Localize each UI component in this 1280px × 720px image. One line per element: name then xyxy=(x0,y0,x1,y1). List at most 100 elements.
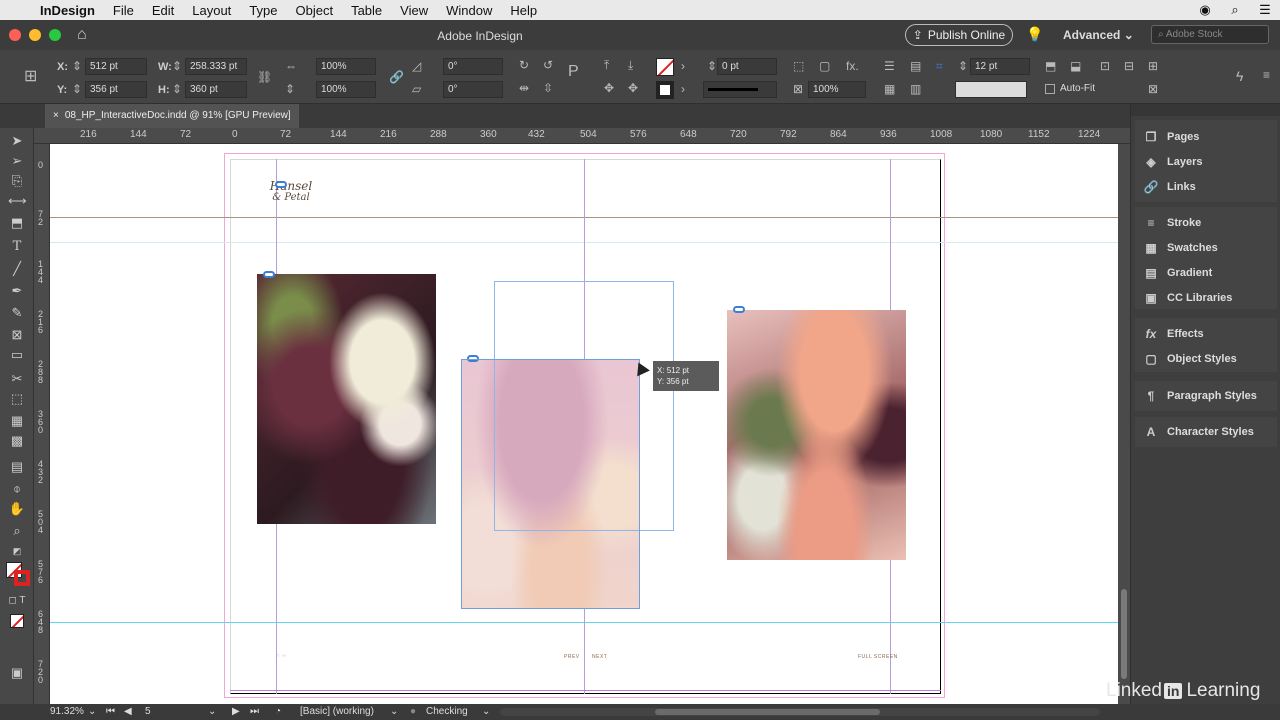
page-number-field[interactable]: 5 xyxy=(145,706,151,717)
link-badge-icon[interactable] xyxy=(733,306,745,313)
link-badge-icon[interactable] xyxy=(275,181,287,188)
select-container-icon[interactable]: ⤒ xyxy=(604,58,609,73)
zoom-chevron-icon[interactable]: ⌄ xyxy=(88,706,96,717)
gradient-tool-icon[interactable]: ▦ xyxy=(8,412,26,430)
fill-chevron-icon[interactable]: › xyxy=(681,59,685,73)
zoom-level[interactable]: 91.32% xyxy=(50,706,84,717)
fill-frame-icon[interactable]: ⊟ xyxy=(1124,59,1134,73)
layers-panel-button[interactable]: ◈ Layers xyxy=(1143,152,1202,172)
autofit-checkbox[interactable] xyxy=(1045,84,1055,94)
open-page-icon[interactable]: ◔ xyxy=(275,706,281,717)
width-field[interactable]: 258.333 pt xyxy=(185,58,247,75)
text-wrap-bbox-icon[interactable]: ▤ xyxy=(910,59,921,73)
flip-vertical-icon[interactable]: ⇳ xyxy=(543,81,553,95)
menu-object[interactable]: Object xyxy=(287,3,343,18)
fit-frame-content-icon[interactable]: ⬓ xyxy=(1070,59,1081,73)
w-stepper-icon[interactable]: ⇕ xyxy=(172,59,182,73)
menu-help[interactable]: Help xyxy=(501,3,546,18)
apply-none-icon[interactable] xyxy=(10,614,24,628)
rectangle-tool-icon[interactable]: ▭ xyxy=(8,346,26,364)
hand-tool-icon[interactable]: ✋ xyxy=(8,500,26,518)
spotlight-search-icon[interactable]: ⌕ xyxy=(1220,2,1250,18)
content-aware-fit-icon[interactable]: ⊞ xyxy=(1148,59,1158,73)
fit-content-frame-icon[interactable]: ⬒ xyxy=(1045,59,1056,73)
text-wrap-jump-icon[interactable]: ▥ xyxy=(910,82,921,96)
gap-tool-icon[interactable]: ⟷ xyxy=(8,192,27,210)
shear-field[interactable]: 0° xyxy=(443,81,503,98)
menu-table[interactable]: Table xyxy=(342,3,391,18)
fill-swatch[interactable] xyxy=(656,58,674,76)
flip-horizontal-icon[interactable]: ⇹ xyxy=(519,81,529,95)
last-page-icon[interactable]: ⏭ xyxy=(250,706,259,717)
swatches-panel-button[interactable]: ▦ Swatches xyxy=(1143,238,1217,258)
auto-size-icon[interactable]: ⌗ xyxy=(936,59,943,74)
panel-dock-header[interactable] xyxy=(1131,104,1280,116)
scale-x-field[interactable]: 100% xyxy=(316,58,376,75)
effects-panel-button[interactable]: fx Effects xyxy=(1143,324,1204,344)
menu-layout[interactable]: Layout xyxy=(183,3,240,18)
formatting-container-icon[interactable]: ◻ T xyxy=(8,592,26,610)
vertical-ruler[interactable]: 0 7 2 1 4 4 2 1 6 2 8 8 3 6 0 4 3 2 5 0 … xyxy=(34,144,50,704)
constrain-proportions-icon[interactable]: ⛓ xyxy=(257,70,272,84)
stroke-weight-field[interactable]: 0 pt xyxy=(717,58,777,75)
notification-center-icon[interactable]: ☰ xyxy=(1250,2,1280,18)
object-styles-panel-button[interactable]: ▢ Object Styles xyxy=(1143,349,1236,369)
stroke-panel-button[interactable]: ≡ Stroke xyxy=(1143,213,1201,233)
horizontal-scrollbar-thumb[interactable] xyxy=(655,709,880,715)
scrollbar-thumb[interactable] xyxy=(1121,589,1127,679)
stroke-proxy[interactable] xyxy=(14,570,30,586)
pasteboard[interactable]: Hansel & Petal X: 512 pt Y: 356 pt ≈ ∞ P… xyxy=(50,144,1118,704)
text-wrap-none-icon[interactable]: ☰ xyxy=(884,59,895,73)
y-position-field[interactable]: 356 pt xyxy=(85,81,147,98)
publish-online-button[interactable]: ⇪ Publish Online xyxy=(905,24,1013,46)
workspace-switcher[interactable]: Advanced ⌄ xyxy=(1063,28,1134,42)
panel-menu-icon[interactable]: ≡ xyxy=(1263,68,1270,82)
content-collector-icon[interactable]: ⬒ xyxy=(8,214,26,232)
frame-fitting-options-icon[interactable]: ⊠ xyxy=(1148,82,1158,96)
direct-selection-tool-icon[interactable]: ➢ xyxy=(8,152,26,170)
select-previous-icon[interactable]: ✥ xyxy=(604,81,614,95)
type-tool-icon[interactable]: T xyxy=(8,238,26,256)
links-panel-button[interactable]: 🔗 Links xyxy=(1143,177,1196,197)
full-screen-button[interactable]: FULL SCREEN xyxy=(858,654,898,660)
default-fill-stroke-icon[interactable]: ◩ xyxy=(8,542,26,560)
select-next-icon[interactable]: ✥ xyxy=(628,81,638,95)
scissors-tool-icon[interactable]: ✂ xyxy=(8,370,26,388)
corner-options-icon[interactable]: ⬚ xyxy=(793,59,804,73)
height-field[interactable]: 360 pt xyxy=(185,81,247,98)
horizontal-scrollbar[interactable] xyxy=(500,708,1100,716)
menu-file[interactable]: File xyxy=(104,3,143,18)
gutter-stepper-icon[interactable]: ⇕ xyxy=(958,59,968,73)
flower-photo-dark[interactable] xyxy=(257,274,436,524)
rotate-cw-icon[interactable]: ↻ xyxy=(519,58,529,72)
x-position-field[interactable]: 512 pt xyxy=(85,58,147,75)
horizontal-ruler[interactable]: 216 144 72 0 72 144 216 288 360 432 504 … xyxy=(34,128,1130,144)
preflight-profile[interactable]: [Basic] (working) xyxy=(300,706,374,717)
previous-page-icon[interactable]: ◀ xyxy=(124,706,132,717)
opacity-field[interactable]: 100% xyxy=(808,81,866,98)
quick-apply-icon[interactable]: ϟ xyxy=(1236,68,1243,84)
menu-view[interactable]: View xyxy=(391,3,437,18)
zoom-tool-icon[interactable]: ⌕ xyxy=(8,522,26,540)
fill-stroke-proxy[interactable] xyxy=(6,562,30,586)
next-page-icon[interactable]: ▶ xyxy=(232,706,240,717)
pen-tool-icon[interactable]: ✒ xyxy=(8,282,26,300)
prev-button[interactable]: PREV xyxy=(564,654,580,660)
note-tool-icon[interactable]: ▤ xyxy=(8,458,26,476)
reference-point-icon[interactable]: ⊞ xyxy=(24,66,37,86)
free-transform-tool-icon[interactable]: ⬚ xyxy=(8,390,26,408)
flower-photo-peach-roses[interactable] xyxy=(727,310,906,560)
link-badge-icon[interactable] xyxy=(263,271,275,278)
pages-panel-button[interactable]: ❐ Pages xyxy=(1143,127,1200,147)
preflight-menu-chevron-icon[interactable]: ⌄ xyxy=(482,706,490,717)
scale-y-field[interactable]: 100% xyxy=(316,81,376,98)
page-chevron-icon[interactable]: ⌄ xyxy=(208,706,216,717)
character-styles-panel-button[interactable]: A Character Styles xyxy=(1143,422,1254,442)
rotate-ccw-icon[interactable]: ↺ xyxy=(543,58,553,72)
gradient-feather-tool-icon[interactable]: ▩ xyxy=(8,432,26,450)
lightbulb-icon[interactable]: 💡 xyxy=(1026,26,1043,43)
line-tool-icon[interactable]: ╱ xyxy=(8,260,26,278)
menu-window[interactable]: Window xyxy=(437,3,501,18)
footer-logo-mark[interactable]: ≈ ∞ xyxy=(277,653,286,659)
menu-app[interactable]: InDesign xyxy=(40,3,104,18)
